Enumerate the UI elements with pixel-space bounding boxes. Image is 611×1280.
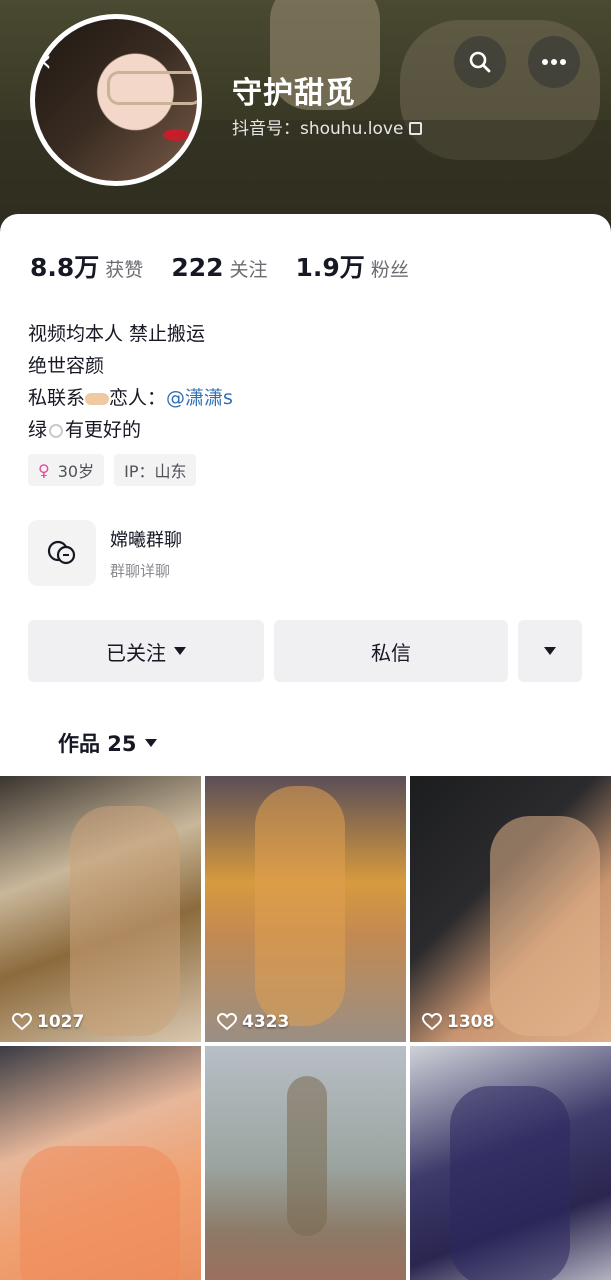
like-count-text: 1027: [37, 1012, 85, 1032]
caret-down-icon: [174, 647, 186, 655]
group-text: 嫦曦群聊 群聊详聊: [110, 526, 182, 581]
group-chat-entry[interactable]: 嫦曦群聊 群聊详聊: [28, 520, 182, 586]
heart-icon: [422, 1013, 442, 1031]
profile-handle[interactable]: 抖音号：shouhu.love: [232, 114, 423, 139]
works-label: 作品 25: [58, 732, 137, 756]
like-count: 1027: [12, 1012, 84, 1032]
stat-label: 获赞: [105, 259, 144, 281]
like-count-text: 4323: [242, 1012, 290, 1032]
copy-icon[interactable]: [409, 122, 423, 135]
stats-row: 8.8万 获赞 222 关注 1.9万 粉丝: [30, 248, 437, 284]
thumbnail-figure: [490, 816, 600, 1036]
works-tab[interactable]: 作品 25: [58, 728, 157, 758]
like-count-text: 1308: [447, 1012, 495, 1032]
action-buttons: 已关注 私信: [28, 620, 582, 682]
like-count: 4323: [217, 1012, 289, 1032]
video-thumbnail[interactable]: 1027: [0, 776, 201, 1042]
ip-text: IP：山东: [124, 462, 187, 481]
caret-down-icon: [544, 647, 556, 655]
bio-line: 私联系 恋人：@潇潇s: [28, 382, 233, 414]
search-button[interactable]: [454, 36, 506, 88]
bio-text: 有更好的: [65, 419, 142, 441]
bio-line: 绿有更好的: [28, 414, 233, 446]
stat-likes[interactable]: 8.8万 获赞: [30, 248, 143, 284]
thumbnail-figure: [450, 1086, 570, 1280]
stat-followers[interactable]: 1.9万 粉丝: [296, 248, 409, 284]
mention-link[interactable]: @潇潇s: [166, 387, 233, 409]
avatar[interactable]: [30, 14, 202, 186]
group-subtitle: 群聊详聊: [110, 561, 171, 580]
age-tag: ♀ 30岁: [28, 454, 105, 486]
thumbnail-figure: [255, 786, 345, 1026]
heart-icon: [217, 1013, 237, 1031]
thumbnail-figure: [20, 1146, 180, 1280]
following-label: 已关注: [106, 640, 166, 665]
stat-value: 222: [171, 253, 224, 282]
bio-text: 私联系: [28, 387, 86, 409]
more-actions-button[interactable]: [518, 620, 582, 682]
group-title: 嫦曦群聊: [110, 529, 182, 551]
caret-down-icon: [144, 739, 157, 747]
age-text: 30岁: [57, 462, 95, 481]
search-icon: [469, 51, 491, 73]
video-thumbnail[interactable]: 4323: [205, 776, 406, 1042]
like-count: 1308: [422, 1012, 494, 1032]
avatar-glasses-detail: [107, 71, 197, 105]
group-chat-icon: [47, 540, 76, 565]
profile-card: 8.8万 获赞 222 关注 1.9万 粉丝 视频均本人 禁止搬运 绝世容颜 私…: [0, 214, 611, 1280]
more-icon: [542, 59, 566, 65]
message-button[interactable]: 私信: [274, 620, 508, 682]
video-thumbnail[interactable]: 1308: [410, 776, 611, 1042]
video-thumbnail[interactable]: [0, 1046, 201, 1280]
bio-line: 视频均本人 禁止搬运: [28, 323, 206, 345]
bio-line: 绝世容颜: [28, 355, 105, 377]
back-arrow-icon[interactable]: ‹: [40, 44, 70, 80]
stat-value: 8.8万: [30, 253, 100, 282]
ip-tag: IP：山东: [114, 454, 197, 486]
bio: 视频均本人 禁止搬运 绝世容颜 私联系 恋人：@潇潇s 绿有更好的: [28, 318, 233, 446]
handle-text: 抖音号：shouhu.love: [232, 119, 404, 139]
link-icon: [49, 423, 64, 438]
group-icon-box: [28, 520, 96, 586]
pointing-hand-icon: [85, 392, 110, 405]
stat-label: 关注: [229, 259, 268, 281]
stat-label: 粉丝: [370, 259, 409, 281]
thumbnail-figure: [70, 806, 180, 1036]
stat-following[interactable]: 222 关注: [171, 253, 267, 282]
following-button[interactable]: 已关注: [28, 620, 264, 682]
heart-icon: [12, 1013, 32, 1031]
female-icon: ♀: [38, 460, 50, 480]
bio-text: 绿: [28, 419, 48, 441]
thumbnail-figure: [287, 1076, 327, 1236]
more-button[interactable]: [528, 36, 580, 88]
video-grid: 1027 4323 1308: [0, 776, 611, 1280]
profile-tags: ♀ 30岁 IP：山东: [28, 454, 206, 486]
message-label: 私信: [371, 640, 411, 665]
video-thumbnail[interactable]: [410, 1046, 611, 1280]
video-thumbnail[interactable]: [205, 1046, 406, 1280]
profile-name: 守护甜觅: [232, 76, 356, 111]
avatar-lips-detail: [163, 129, 189, 141]
profile-header: ‹ 守护甜觅 抖音号：shouhu.love: [0, 0, 611, 240]
bio-text: 恋人：: [109, 387, 167, 409]
stat-value: 1.9万: [295, 253, 365, 282]
